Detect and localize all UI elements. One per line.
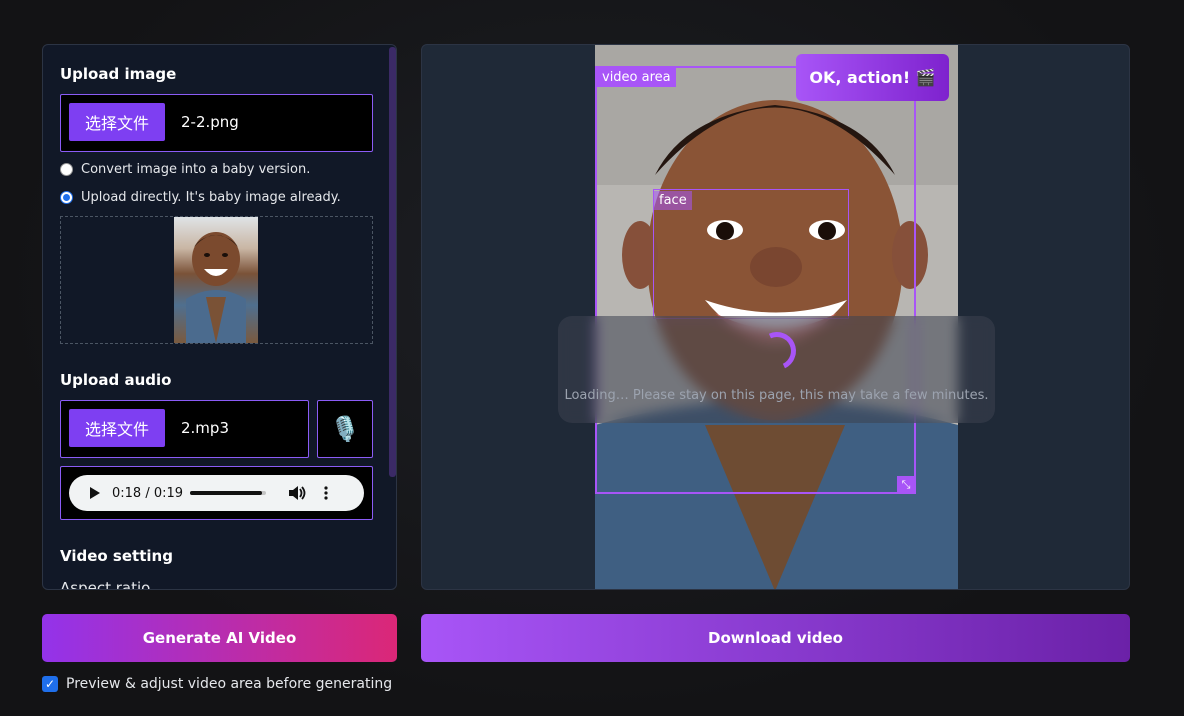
download-video-button[interactable]: Download video [421,614,1130,662]
record-audio-button[interactable]: 🎙️ [317,400,373,458]
settings-panel: Upload image 选择文件 2-2.png Convert image … [42,44,397,590]
radio-convert-label: Convert image into a baby version. [81,162,311,177]
resize-icon[interactable]: ⤡ [897,476,915,494]
preview-adjust-row[interactable]: ✓ Preview & adjust video area before gen… [42,676,392,692]
image-preview-box [60,216,373,344]
radio-convert-row[interactable]: Convert image into a baby version. [60,162,310,177]
audio-file-name: 2.mp3 [181,419,229,437]
play-icon[interactable] [89,486,103,500]
image-file-name: 2-2.png [181,113,239,131]
audio-seek-bar[interactable] [190,491,266,495]
audio-player[interactable]: 0:18 / 0:19 [69,475,364,511]
spinner-icon [752,326,802,376]
audio-seek-fill [190,491,263,495]
volume-icon[interactable] [288,485,306,501]
preview-adjust-label: Preview & adjust video area before gener… [66,676,393,692]
audio-player-wrapper: 0:18 / 0:19 [60,466,373,520]
video-preview-panel: video area face ⤡ OK, action! 🎬 Loading…… [421,44,1130,590]
radio-direct[interactable] [60,191,73,204]
image-file-input[interactable]: 选择文件 2-2.png [60,94,373,152]
radio-direct-label: Upload directly. It's baby image already… [81,190,341,205]
loading-overlay: Loading… Please stay on this page, this … [558,316,995,423]
upload-image-title: Upload image [60,65,177,83]
audio-file-input[interactable]: 选择文件 2.mp3 [60,400,309,458]
radio-convert[interactable] [60,163,73,176]
loading-text: Loading… Please stay on this page, this … [564,388,989,403]
audio-choose-file-button[interactable]: 选择文件 [69,409,165,447]
audio-time: 0:18 / 0:19 [112,485,184,501]
settings-scrollbar[interactable] [389,47,396,477]
video-setting-title: Video setting [60,547,173,565]
upload-audio-title: Upload audio [60,371,172,389]
radio-direct-row[interactable]: Upload directly. It's baby image already… [60,190,341,205]
face-tag: face [654,191,692,210]
generate-video-button[interactable]: Generate AI Video [42,614,397,662]
microphone-icon: 🎙️ [330,415,360,443]
aspect-ratio-label: Aspect ratio [60,579,151,590]
ok-action-button[interactable]: OK, action! 🎬 [796,54,949,101]
more-vertical-icon[interactable] [324,486,328,500]
preview-adjust-checkbox[interactable]: ✓ [42,676,58,692]
baby-image-thumbnail [174,217,258,343]
image-choose-file-button[interactable]: 选择文件 [69,103,165,141]
video-area-tag: video area [597,68,676,87]
